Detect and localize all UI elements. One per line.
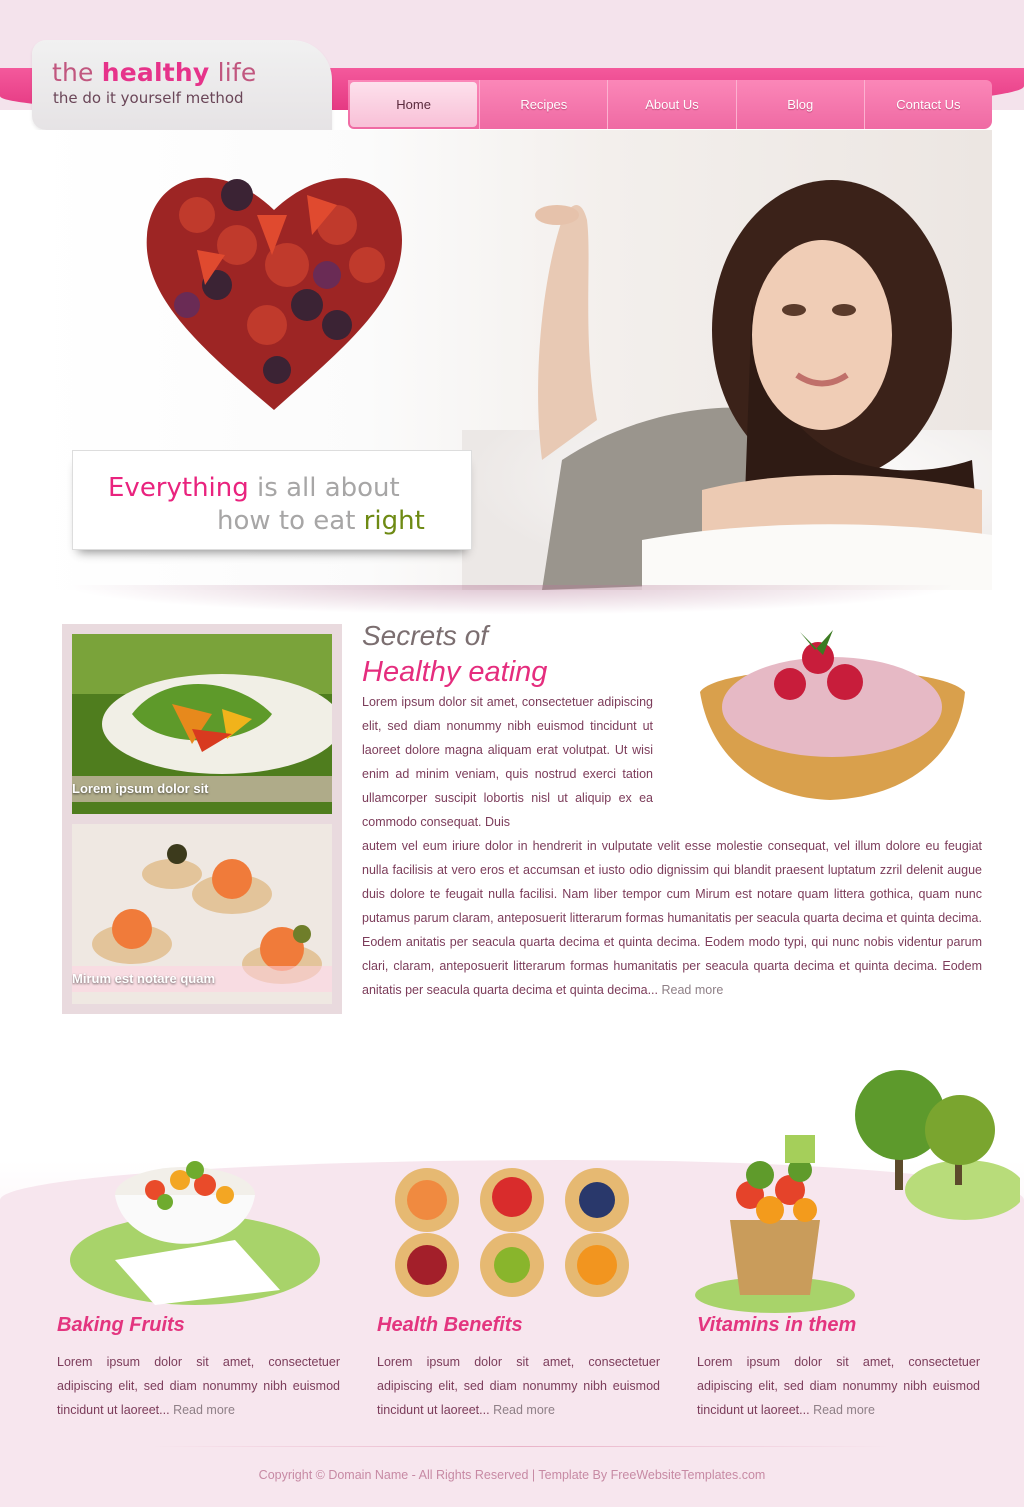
footer-copyright: Copyright © Domain Name - All Rights Res… (258, 1468, 766, 1482)
feature-read-more-2[interactable]: Read more (493, 1403, 555, 1417)
nav-item-about-us[interactable]: About Us (607, 80, 735, 129)
feature-read-more-3[interactable]: Read more (813, 1403, 875, 1417)
thumbnail-panel: Lorem ipsum dolor sit Mirum est notare q… (62, 624, 342, 1014)
feature-title-baking-fruits[interactable]: Baking Fruits (57, 1314, 185, 1337)
article-read-more-link[interactable]: Read more (662, 983, 724, 997)
nav-item-home[interactable]: Home (350, 82, 478, 127)
article-title-line1: Secrets of (362, 620, 489, 651)
raspberry-tart-image (700, 630, 965, 800)
site-logo[interactable]: the healthy life (52, 58, 256, 87)
tagline-line2: how to eat right (217, 506, 425, 536)
thumbnail-salad[interactable]: Lorem ipsum dolor sit (72, 634, 332, 814)
tagline-rest1: is all about (248, 473, 400, 503)
hero-shadow (60, 585, 960, 615)
logo-subtitle: the do it yourself method (53, 89, 244, 107)
tagline-rest2: how to eat (217, 506, 364, 536)
hero-tagline-box: Everything is all about how to eat right (72, 450, 472, 550)
feature-text-vitamins: Lorem ipsum dolor sit amet, consectetuer… (697, 1350, 980, 1422)
feature-text-health-benefits: Lorem ipsum dolor sit amet, consectetuer… (377, 1350, 660, 1422)
hero-banner: Everything is all about how to eat right (32, 130, 992, 590)
logo-title-part2: healthy (101, 58, 210, 87)
vegetable-basket-image (695, 1070, 1020, 1313)
article-title-line2: Healthy eating (362, 656, 548, 688)
fruit-salad-image (70, 1161, 320, 1305)
footer-divider (150, 1446, 890, 1447)
tagline-highlight-everything: Everything (108, 473, 249, 503)
thumbnail-caption-1: Lorem ipsum dolor sit (72, 776, 332, 802)
main-nav: Home Recipes About Us Blog Contact Us (348, 80, 992, 129)
article-paragraph-top: Lorem ipsum dolor sit amet, consectetuer… (362, 695, 653, 829)
thumbnail-caption-2: Mirum est notare quam (72, 966, 332, 992)
nav-item-recipes[interactable]: Recipes (479, 80, 607, 129)
nav-item-blog[interactable]: Blog (735, 80, 864, 129)
tagline-line1: Everything is all about (108, 473, 400, 503)
logo-title-part1: the (52, 58, 102, 87)
article-paragraph-bottom: autem vel eum iriure dolor in hendrerit … (362, 834, 982, 1002)
fruit-tarts-image (395, 1168, 629, 1297)
feature-title-vitamins[interactable]: Vitamins in them (697, 1314, 856, 1337)
berry-heart-image (146, 177, 402, 410)
nav-item-contact-us[interactable]: Contact Us (863, 80, 992, 129)
feature-read-more-1[interactable]: Read more (173, 1403, 235, 1417)
hero-woman-image (535, 180, 992, 590)
logo-title-part3: life (209, 58, 257, 87)
feature-title-health-benefits[interactable]: Health Benefits (377, 1314, 523, 1337)
article-paragraph-bottom-text: autem vel eum iriure dolor in hendrerit … (362, 839, 982, 997)
feature-text-baking-fruits: Lorem ipsum dolor sit amet, consectetuer… (57, 1350, 340, 1422)
tagline-highlight-right: right (363, 506, 425, 536)
thumbnail-canapes[interactable]: Mirum est notare quam (72, 824, 332, 1004)
